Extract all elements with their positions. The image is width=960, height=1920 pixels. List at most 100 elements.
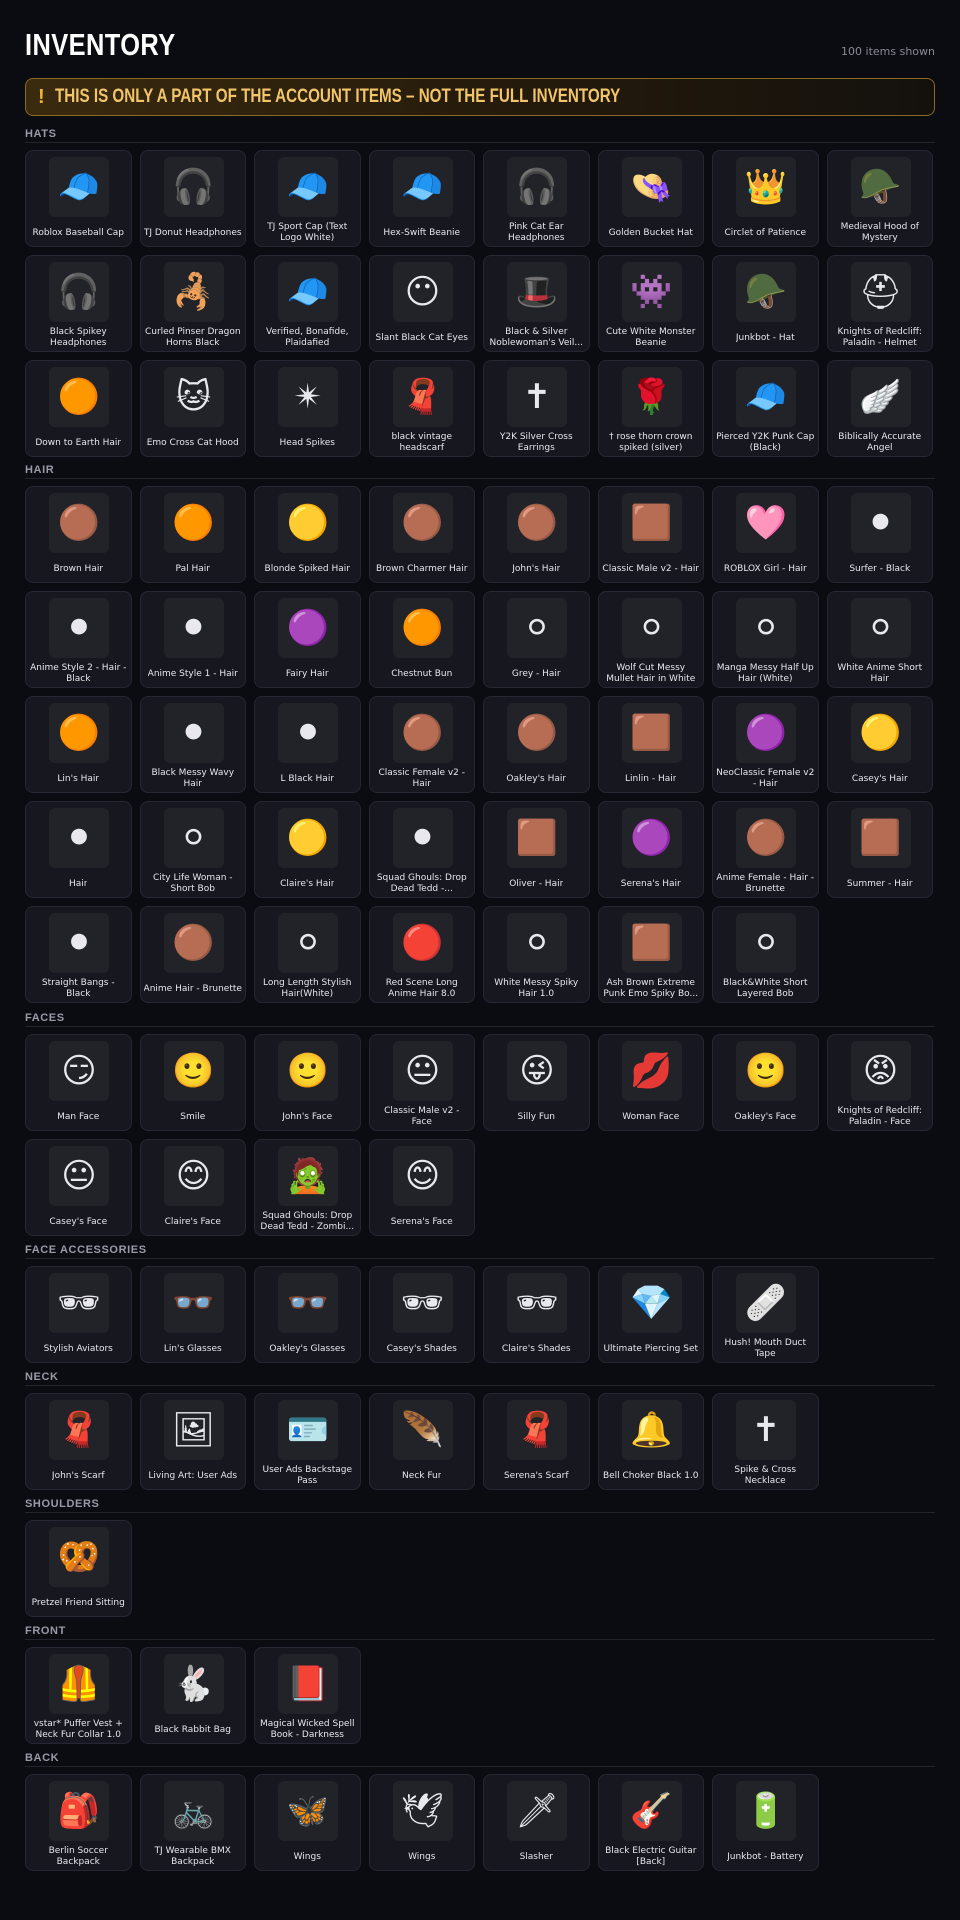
item-card[interactable]: 🕶 Stylish Aviators — [25, 1266, 132, 1363]
item-card[interactable]: 🎧 Black Spikey Headphones — [25, 255, 132, 352]
item-card[interactable]: 🎧 TJ Donut Headphones — [139, 150, 246, 247]
item-card[interactable]: 🟣 Serena's Hair — [597, 801, 704, 898]
item-card[interactable]: 🟫 Ash Brown Extreme Punk Emo Spiky Bo... — [597, 906, 704, 1003]
item-card[interactable]: 🟤 Oakley's Hair — [483, 696, 590, 793]
item-card[interactable]: 🥨 Pretzel Friend Sitting — [25, 1520, 132, 1617]
item-card[interactable]: 🟠 Lin's Hair — [25, 696, 132, 793]
item-card[interactable]: ⚫ Straight Bangs - Black — [25, 906, 132, 1003]
item-card[interactable]: ⚫ Surfer - Black — [826, 486, 933, 583]
item-card[interactable]: ⚫ L Black Hair — [254, 696, 361, 793]
item-card[interactable]: 🚲 TJ Wearable BMX Backpack — [139, 1774, 246, 1871]
item-card[interactable]: 💎 Ultimate Piercing Set — [597, 1266, 704, 1363]
item-card[interactable]: 🪪 User Ads Backstage Pass — [254, 1393, 361, 1490]
item-card[interactable]: 🔋 Junkbot - Battery — [712, 1774, 819, 1871]
item-card[interactable]: 🙂 John's Face — [254, 1034, 361, 1131]
item-card[interactable]: ⚪ Long Length Stylish Hair(White) — [254, 906, 361, 1003]
item-card[interactable]: 🦋 Wings — [254, 1774, 361, 1871]
item-card[interactable]: 🎧 Pink Cat Ear Headphones — [483, 150, 590, 247]
item-card[interactable]: 🧢 Hex-Swift Beanie — [368, 150, 475, 247]
item-card[interactable]: 🪶 Neck Fur — [368, 1393, 475, 1490]
item-card[interactable]: 😐 Casey's Face — [25, 1139, 132, 1236]
item-card[interactable]: 🧣 Serena's Scarf — [483, 1393, 590, 1490]
item-card[interactable]: 🖼 Living Art: User Ads — [139, 1393, 246, 1490]
item-card[interactable]: 😊 Serena's Face — [368, 1139, 475, 1236]
item-card[interactable]: 😊 Claire's Face — [139, 1139, 246, 1236]
item-card[interactable]: 🕶 Casey's Shades — [368, 1266, 475, 1363]
item-card[interactable]: 🧣 black vintage headscarf — [368, 360, 475, 457]
item-card[interactable]: 😡 Knights of Redcliff: Paladin - Face — [826, 1034, 933, 1131]
item-card[interactable]: 🧟 Squad Ghouls: Drop Dead Tedd - Zombi... — [254, 1139, 361, 1236]
item-card[interactable]: ⛑ Knights of Redcliff: Paladin - Helmet — [826, 255, 933, 352]
item-card[interactable]: ✴ Head Spikes — [254, 360, 361, 457]
item-card[interactable]: 🕊 Wings — [368, 1774, 475, 1871]
item-card[interactable]: 🎒 Berlin Soccer Backpack — [25, 1774, 132, 1871]
item-card[interactable]: ⚪ City Life Woman - Short Bob — [139, 801, 246, 898]
item-card[interactable]: 🟤 Brown Charmer Hair — [368, 486, 475, 583]
item-card[interactable]: ⚪ Grey - Hair — [483, 591, 590, 688]
item-card[interactable]: ⚫ Hair — [25, 801, 132, 898]
item-card[interactable]: 🪖 Junkbot - Hat — [712, 255, 819, 352]
item-card[interactable]: 🕶 Claire's Shades — [483, 1266, 590, 1363]
item-card[interactable]: 💋 Woman Face — [597, 1034, 704, 1131]
item-card[interactable]: 🟫 Oliver - Hair — [483, 801, 590, 898]
item-card[interactable]: 🟤 Anime Hair - Brunette — [139, 906, 246, 1003]
item-card[interactable]: 👾 Cute White Monster Beanie — [597, 255, 704, 352]
item-card[interactable]: 🟠 Chestnut Bun — [368, 591, 475, 688]
item-card[interactable]: 😶 Slant Black Cat Eyes — [368, 255, 475, 352]
item-card[interactable]: 🌹 † rose thorn crown spiked (silver) — [597, 360, 704, 457]
item-card[interactable]: ⚪ Manga Messy Half Up Hair (White) — [712, 591, 819, 688]
item-card[interactable]: 🧢 TJ Sport Cap (Text Logo White) — [254, 150, 361, 247]
item-card[interactable]: 🪽 Biblically Accurate Angel — [826, 360, 933, 457]
item-card[interactable]: 🐇 Black Rabbit Bag — [139, 1647, 246, 1744]
item-card[interactable]: 🟤 Anime Female - Hair - Brunette — [712, 801, 819, 898]
item-card[interactable]: 👓 Oakley's Glasses — [254, 1266, 361, 1363]
item-card[interactable]: 🧢 Verified, Bonafide, Plaidafied — [254, 255, 361, 352]
item-card[interactable]: 🟣 NeoClassic Female v2 - Hair — [712, 696, 819, 793]
item-card[interactable]: 🟤 John's Hair — [483, 486, 590, 583]
item-card[interactable]: 😐 Classic Male v2 - Face — [368, 1034, 475, 1131]
item-card[interactable]: 😜 Silly Fun — [483, 1034, 590, 1131]
item-card[interactable]: 🗡 Slasher — [483, 1774, 590, 1871]
item-card[interactable]: 🧣 John's Scarf — [25, 1393, 132, 1490]
item-card[interactable]: 🟫 Summer - Hair — [826, 801, 933, 898]
item-card[interactable]: ✝ Y2K Silver Cross Earrings — [483, 360, 590, 457]
item-card[interactable]: 🟡 Blonde Spiked Hair — [254, 486, 361, 583]
item-card[interactable]: 🔔 Bell Choker Black 1.0 — [597, 1393, 704, 1490]
item-card[interactable]: 🐱 Emo Cross Cat Hood — [139, 360, 246, 457]
item-card[interactable]: 🟫 Linlin - Hair — [597, 696, 704, 793]
item-card[interactable]: 🟡 Casey's Hair — [826, 696, 933, 793]
item-card[interactable]: 🙂 Oakley's Face — [712, 1034, 819, 1131]
item-card[interactable]: 🟤 Classic Female v2 - Hair — [368, 696, 475, 793]
item-card[interactable]: 🟤 Brown Hair — [25, 486, 132, 583]
item-card[interactable]: ⚫ Anime Style 1 - Hair — [139, 591, 246, 688]
item-card[interactable]: ⚫ Black Messy Wavy Hair — [139, 696, 246, 793]
item-card[interactable]: ⚪ White Anime Short Hair — [826, 591, 933, 688]
item-card[interactable]: 🦂 Curled Pinser Dragon Horns Black — [139, 255, 246, 352]
item-card[interactable]: ⚫ Squad Ghouls: Drop Dead Tedd -... — [368, 801, 475, 898]
item-card[interactable]: 🧢 Roblox Baseball Cap — [25, 150, 132, 247]
item-card[interactable]: 👓 Lin's Glasses — [139, 1266, 246, 1363]
item-card[interactable]: 🪖 Medieval Hood of Mystery — [826, 150, 933, 247]
item-card[interactable]: ⚪ Wolf Cut Messy Mullet Hair in White — [597, 591, 704, 688]
item-card[interactable]: 🙂 Smile — [139, 1034, 246, 1131]
item-card[interactable]: 🔴 Red Scene Long Anime Hair 8.0 — [368, 906, 475, 1003]
item-card[interactable]: 👑 Circlet of Patience — [712, 150, 819, 247]
item-card[interactable]: ⚫ Anime Style 2 - Hair - Black — [25, 591, 132, 688]
item-card[interactable]: 🟡 Claire's Hair — [254, 801, 361, 898]
item-card[interactable]: ⚪ White Messy Spiky Hair 1.0 — [483, 906, 590, 1003]
item-card[interactable]: ⚪ Black&White Short Layered Bob — [712, 906, 819, 1003]
item-card[interactable]: 😏 Man Face — [25, 1034, 132, 1131]
item-card[interactable]: 🧢 Pierced Y2K Punk Cap (Black) — [712, 360, 819, 457]
item-card[interactable]: 🩷 ROBLOX Girl - Hair — [712, 486, 819, 583]
item-card[interactable]: 🦺 vstar* Puffer Vest + Neck Fur Collar 1.… — [25, 1647, 132, 1744]
item-card[interactable]: 🟠 Pal Hair — [139, 486, 246, 583]
item-card[interactable]: ✝ Spike & Cross Necklace — [712, 1393, 819, 1490]
item-card[interactable]: 🩹 Hush! Mouth Duct Tape — [712, 1266, 819, 1363]
item-card[interactable]: 👒 Golden Bucket Hat — [597, 150, 704, 247]
item-card[interactable]: 🟣 Fairy Hair — [254, 591, 361, 688]
item-card[interactable]: 📕 Magical Wicked Spell Book - Darkness — [254, 1647, 361, 1744]
item-card[interactable]: 🟠 Down to Earth Hair — [25, 360, 132, 457]
item-card[interactable]: 🎩 Black & Silver Noblewoman's Veil... — [483, 255, 590, 352]
item-card[interactable]: 🟫 Classic Male v2 - Hair — [597, 486, 704, 583]
item-card[interactable]: 🎸 Black Electric Guitar [Back] — [597, 1774, 704, 1871]
